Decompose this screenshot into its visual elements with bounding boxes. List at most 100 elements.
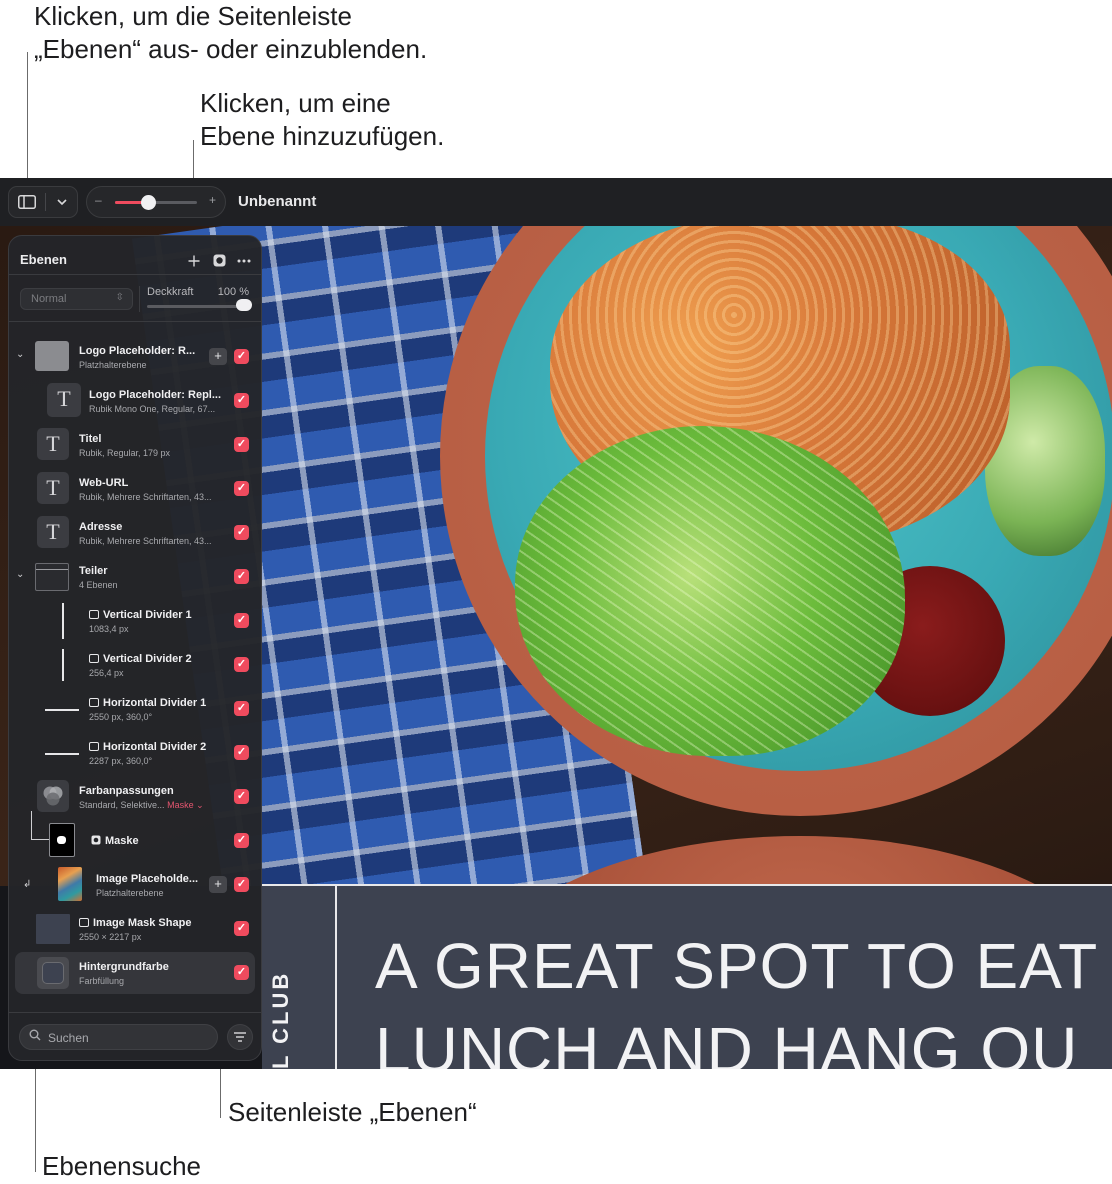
ellipsis-icon[interactable] — [237, 259, 251, 263]
visibility-checkbox[interactable]: ✓ — [234, 569, 249, 584]
callout-line-sidebar-toggle — [27, 52, 28, 186]
visibility-checkbox[interactable]: ✓ — [234, 349, 249, 364]
layer-row[interactable]: ↲ Image Placeholde... Platzhalterebene +… — [9, 863, 261, 907]
mask-dropdown-label: Maske — [167, 800, 194, 810]
visibility-checkbox[interactable]: ✓ — [234, 701, 249, 716]
text-layer-icon: T — [37, 472, 69, 504]
layer-row[interactable]: Vertical Divider 2 256,4 px ✓ — [9, 643, 261, 687]
layer-row[interactable]: Vertical Divider 1 1083,4 px ✓ — [9, 599, 261, 643]
layer-name-text: Horizontal Divider 1 — [103, 697, 207, 709]
layers-sidebar: Ebenen Normal ⇳ Deckkraft 100 % ⌄ Logo P… — [8, 235, 262, 1061]
zoom-in-button[interactable]: + — [209, 193, 216, 207]
color-fill-swatch — [42, 962, 64, 984]
layer-name: Web-URL — [79, 477, 129, 489]
callout-layer-search: Ebenensuche — [42, 1151, 202, 1181]
horizontal-line-thumbnail — [45, 753, 79, 755]
shape-thumbnail — [36, 914, 70, 944]
layer-name-text: Vertical Divider 2 — [103, 653, 192, 665]
layer-name: Adresse — [79, 521, 123, 533]
layer-subtitle: Standard, Selektive... Maske ⌄ — [79, 800, 204, 811]
visibility-checkbox[interactable]: ✓ — [234, 789, 249, 804]
layer-row[interactable]: Horizontal Divider 1 2550 px, 360,0° ✓ — [9, 687, 261, 731]
visibility-checkbox[interactable]: ✓ — [234, 437, 249, 452]
layer-name-text: Image Mask Shape — [93, 917, 192, 929]
app-window: – + Unbenannt A GREAT SPOT TO EAT LUNCH … — [0, 178, 1112, 1069]
shape-icon — [89, 610, 99, 619]
visibility-checkbox[interactable]: ✓ — [234, 965, 249, 980]
add-to-placeholder-button[interactable]: + — [209, 876, 227, 893]
layer-name: Logo Placeholder: Repl... — [89, 389, 222, 401]
plus-icon[interactable] — [188, 255, 200, 267]
layer-row[interactable]: T Titel Rubik, Regular, 179 px ✓ — [9, 423, 261, 467]
layer-name: Image Placeholde... — [96, 873, 199, 885]
visibility-checkbox[interactable]: ✓ — [234, 921, 249, 936]
image-placeholder-thumbnail — [58, 867, 82, 901]
vertical-line-thumbnail — [62, 603, 64, 639]
visibility-checkbox[interactable]: ✓ — [234, 613, 249, 628]
layer-subtitle: 256,4 px — [89, 668, 124, 678]
layer-subtitle: Rubik, Mehrere Schriftarten, 43... — [79, 492, 212, 502]
callout-sidebar-toggle: Klicken, um die Seitenleiste „Ebenen“ au… — [34, 1, 428, 64]
chevron-updown-icon: ⇳ — [115, 292, 124, 303]
layer-row[interactable]: ⌄ Teiler 4 Ebenen ✓ — [9, 555, 261, 599]
layer-search-field[interactable]: Suchen — [19, 1024, 218, 1050]
mask-icon[interactable] — [213, 254, 226, 267]
poster-vertical-divider — [335, 886, 337, 1069]
layer-row[interactable]: T Logo Placeholder: Repl... Rubik Mono O… — [9, 379, 261, 423]
layer-row-selected[interactable]: Hintergrundfarbe Farbfüllung ✓ — [9, 951, 261, 995]
group-thumbnail-line — [36, 569, 68, 570]
zoom-out-button[interactable]: – — [95, 193, 102, 207]
callout-line-layers-sidebar — [220, 1062, 221, 1118]
visibility-checkbox[interactable]: ✓ — [234, 393, 249, 408]
vertical-line-thumbnail — [62, 649, 64, 681]
group-thumbnail — [35, 563, 69, 591]
layer-row[interactable]: T Web-URL Rubik, Mehrere Schriftarten, 4… — [9, 467, 261, 511]
text-layer-icon: T — [37, 516, 69, 548]
text-layer-icon: T — [47, 383, 81, 417]
layer-name: Hintergrundfarbe — [79, 961, 169, 973]
chevron-down-icon[interactable]: ⌄ — [16, 349, 24, 360]
blend-mode-select[interactable]: Normal ⇳ — [20, 288, 133, 310]
filter-button[interactable] — [227, 1024, 253, 1050]
blend-mode-value: Normal — [31, 293, 67, 305]
zoom-control: – + — [86, 186, 226, 218]
layer-row[interactable]: Image Mask Shape 2550 × 2217 px ✓ — [9, 907, 261, 951]
filter-icon — [234, 1032, 246, 1042]
sidebar-separator — [9, 1012, 261, 1013]
visibility-checkbox[interactable]: ✓ — [234, 833, 249, 848]
visibility-checkbox[interactable]: ✓ — [234, 745, 249, 760]
layer-name: Image Mask Shape — [79, 917, 191, 929]
layer-row[interactable]: T Adresse Rubik, Mehrere Schriftarten, 4… — [9, 511, 261, 555]
layer-subtitle: Rubik Mono One, Regular, 67... — [89, 404, 216, 414]
layer-name: Teiler — [79, 565, 108, 577]
layer-name-text: Horizontal Divider 2 — [103, 741, 207, 753]
sidebar-toggle-button[interactable] — [9, 187, 45, 217]
layer-subtitle: 2287 px, 360,0° — [89, 756, 153, 766]
layer-row[interactable]: Horizontal Divider 2 2287 px, 360,0° ✓ — [9, 731, 261, 775]
zoom-slider[interactable] — [115, 195, 197, 210]
chevron-down-icon[interactable]: ⌄ — [16, 569, 24, 580]
layer-subtitle: Rubik, Mehrere Schriftarten, 43... — [79, 536, 212, 546]
view-menu-button[interactable] — [46, 187, 78, 217]
layer-name: Vertical Divider 1 — [89, 609, 192, 621]
layer-row[interactable]: ⌄ Logo Placeholder: R... Platzhaltereben… — [9, 335, 261, 379]
mask-icon — [91, 835, 101, 845]
mask-dropdown[interactable]: Maske ⌄ — [167, 800, 204, 810]
layer-name: Logo Placeholder: R... — [79, 345, 196, 357]
zoom-slider-knob[interactable] — [140, 195, 156, 210]
visibility-checkbox[interactable]: ✓ — [234, 877, 249, 892]
visibility-checkbox[interactable]: ✓ — [234, 525, 249, 540]
visibility-checkbox[interactable]: ✓ — [234, 657, 249, 672]
add-to-placeholder-button[interactable]: + — [209, 348, 227, 365]
layer-row[interactable]: Maske ✓ — [9, 811, 261, 863]
color-fill-thumbnail — [37, 957, 69, 989]
visibility-checkbox[interactable]: ✓ — [234, 481, 249, 496]
layer-name: Vertical Divider 2 — [89, 653, 192, 665]
callout-layers-sidebar: Seitenleiste „Ebenen“ — [228, 1097, 477, 1127]
layer-name: Horizontal Divider 2 — [89, 741, 206, 753]
layer-subtitle: 4 Ebenen — [79, 580, 118, 590]
layer-row[interactable]: Farbanpassungen Standard, Selektive... M… — [9, 775, 261, 819]
search-icon — [29, 1029, 41, 1041]
opacity-slider-knob[interactable] — [236, 299, 252, 311]
layer-subtitle: 1083,4 px — [89, 624, 129, 634]
